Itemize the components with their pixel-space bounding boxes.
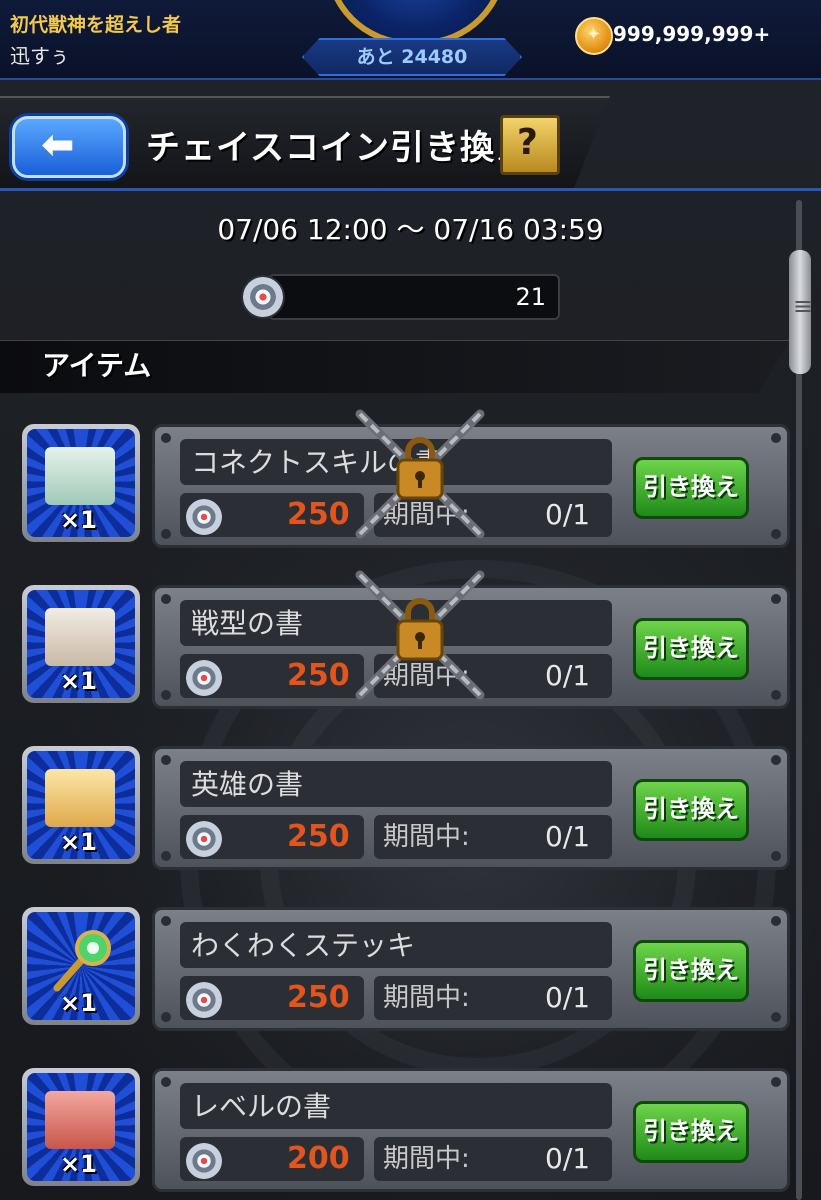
exchange-button[interactable]: 引き換え (633, 618, 749, 680)
item-card: レベルの書 200 期間中: 0/1 引き換え (152, 1068, 790, 1192)
item-cost: 250 (287, 658, 350, 693)
item-quantity: ×1 (60, 1150, 97, 1178)
exchange-button[interactable]: 引き換え (633, 779, 749, 841)
item-name: レベルの書 (191, 1090, 332, 1123)
page-title: チェイスコイン引き換え (146, 128, 530, 168)
item-icon[interactable]: ×1 (22, 907, 140, 1025)
gold-amount: 999,999,999+ (613, 22, 771, 46)
scrollbar-thumb[interactable]: ≡ (789, 250, 813, 374)
stamina-counter: あと 24480 (302, 38, 522, 76)
header-divider (0, 188, 821, 191)
item-name: わくわくステッキ (191, 929, 416, 962)
connect-skill-scroll-icon (45, 447, 115, 505)
hero-scroll-icon (45, 769, 115, 827)
exchange-button[interactable]: 引き換え (633, 457, 749, 519)
item-row: ×1 わくわくステッキ 250 期間中: 0/1 引き換え (0, 887, 821, 1031)
item-name: 英雄の書 (191, 768, 304, 801)
back-button[interactable]: ⬅ (12, 116, 126, 178)
limit-value: 0/1 (545, 981, 591, 1014)
limit-value: 0/1 (545, 659, 591, 692)
item-row: ×1 レベルの書 200 期間中: 0/1 引き換え (0, 1048, 821, 1192)
item-icon[interactable]: ×1 (22, 424, 140, 542)
chase-coin-icon (241, 275, 285, 319)
limit-label: 期間中: (383, 983, 470, 1013)
help-icon: ? (517, 122, 538, 163)
player-name: 迅すぅ (10, 44, 70, 68)
chase-coin-icon (184, 658, 224, 698)
item-cost: 250 (287, 497, 350, 532)
gold-coin-icon: ✦ (575, 17, 613, 55)
chase-coin-count: 21 (515, 283, 546, 311)
event-period: 07/06 12:00 ～ 07/16 03:59 (217, 213, 604, 246)
chase-coin-balance: 21 (268, 274, 560, 320)
chase-coin-icon (184, 497, 224, 537)
exchange-button[interactable]: 引き換え (633, 940, 749, 1002)
limit-label: 期間中: (383, 822, 470, 852)
limit-value: 0/1 (545, 498, 591, 531)
item-icon[interactable]: ×1 (22, 746, 140, 864)
help-button[interactable]: ? (500, 115, 560, 175)
item-row: ×1 コネクトスキルの書 250 期間中: 0/1 引き換え (0, 404, 821, 548)
item-quantity: ×1 (60, 506, 97, 534)
item-cost: 250 (287, 819, 350, 854)
limit-value: 0/1 (545, 820, 591, 853)
chase-coin-icon (184, 819, 224, 859)
limit-label: 期間中: (383, 1144, 470, 1174)
item-name: 戦型の書 (191, 607, 304, 640)
lock-chain-icon (355, 570, 485, 700)
item-row: ×1 英雄の書 250 期間中: 0/1 引き換え (0, 726, 821, 870)
section-label: アイテム (42, 349, 152, 382)
item-cost: 200 (287, 1141, 350, 1176)
chase-coin-icon (184, 980, 224, 1020)
item-quantity: ×1 (60, 667, 97, 695)
limit-value: 0/1 (545, 1142, 591, 1175)
item-card: わくわくステッキ 250 期間中: 0/1 引き換え (152, 907, 790, 1031)
item-quantity: ×1 (60, 828, 97, 856)
battle-type-scroll-icon (45, 608, 115, 666)
player-title: 初代獣神を超えし者 (10, 14, 182, 36)
item-row: ×1 戦型の書 250 期間中: 0/1 引き換え (0, 565, 821, 709)
item-cost: 250 (287, 980, 350, 1015)
level-scroll-icon (45, 1091, 115, 1149)
exchange-button[interactable]: 引き換え (633, 1101, 749, 1163)
lock-chain-icon (355, 409, 485, 539)
magic-wand-icon (53, 930, 111, 992)
item-card: 英雄の書 250 期間中: 0/1 引き換え (152, 746, 790, 870)
item-icon[interactable]: ×1 (22, 1068, 140, 1186)
item-icon[interactable]: ×1 (22, 585, 140, 703)
back-arrow-icon: ⬅ (41, 122, 75, 168)
item-quantity: ×1 (60, 989, 97, 1017)
chase-coin-icon (184, 1141, 224, 1181)
